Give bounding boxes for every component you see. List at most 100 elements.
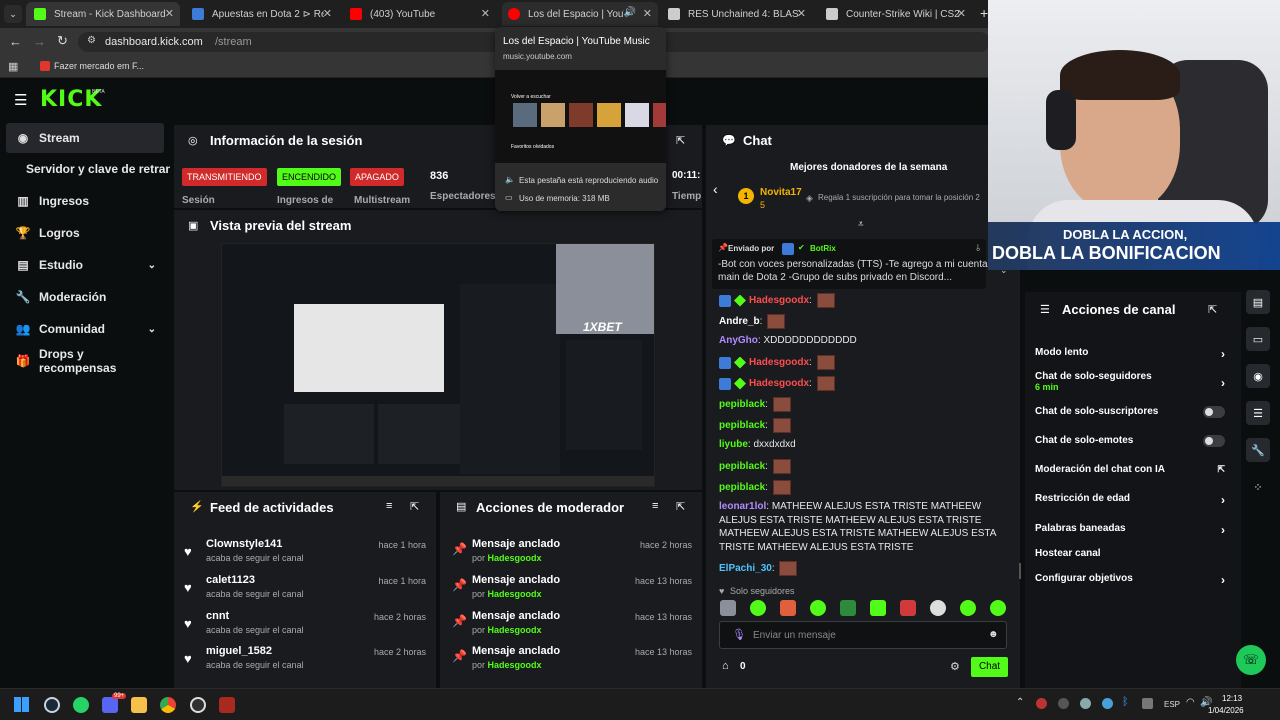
sidebar-item-moderacion[interactable]: 🔧 Moderación [6, 282, 164, 312]
emote-button[interactable] [870, 600, 886, 616]
action-host-channel[interactable]: Hostear canal [1035, 548, 1225, 559]
feed-user[interactable]: Clownstyle141 [206, 538, 282, 550]
audio-playing-icon[interactable]: 🔊 [624, 7, 636, 18]
chrome-icon[interactable] [160, 697, 176, 713]
rail-broadcast-icon[interactable]: ◉ [1246, 364, 1270, 388]
chat-username[interactable]: Hadesgoodx [749, 357, 809, 368]
tray-icon[interactable] [1102, 698, 1113, 709]
tab-youtube-music[interactable]: Los del Espacio | YouTube Mu 🔊 ✕ [502, 2, 658, 26]
rail-dots-icon[interactable]: ⁘ [1246, 475, 1270, 499]
emote-button[interactable] [750, 600, 766, 616]
emote-button[interactable] [900, 600, 916, 616]
steam-icon[interactable] [44, 697, 60, 713]
tab-kick-dashboard[interactable]: Stream - Kick Dashboard ✕ [26, 2, 180, 26]
action-ai-moderation[interactable]: Moderación del chat con IA ⇱ [1035, 464, 1225, 475]
popout-icon[interactable]: ⇱ [410, 500, 419, 513]
sidebar-item-drops[interactable]: 🎁 Drops y recompensas [6, 346, 164, 376]
menu-icon[interactable]: ☰ [14, 91, 27, 109]
tab-res-unchained[interactable]: RES Unchained 4: BLAST Slam ✕ [662, 2, 812, 26]
tab-list-button[interactable]: ⌄ [4, 5, 22, 23]
close-tab-icon[interactable]: ✕ [323, 7, 332, 20]
subscribers-only-toggle[interactable] [1203, 406, 1225, 418]
chevron-up-icon[interactable]: ⌃ [1016, 697, 1024, 708]
chat-username[interactable]: leonar1lol [719, 501, 766, 512]
rail-document-icon[interactable]: ▤ [1246, 290, 1270, 314]
popout-icon[interactable]: ⇱ [1208, 303, 1217, 316]
tab-youtube[interactable]: (403) YouTube ✕ [344, 2, 496, 26]
whatsapp-icon[interactable] [73, 697, 89, 713]
chat-username[interactable]: liyube [719, 439, 748, 450]
unpin-icon[interactable]: ⫰ [976, 243, 980, 254]
donor-name[interactable]: Novita17 [760, 187, 802, 198]
file-explorer-icon[interactable] [131, 697, 147, 713]
emotes-only-toggle[interactable] [1203, 435, 1225, 447]
close-tab-icon[interactable]: ✕ [797, 7, 806, 20]
bluetooth-icon[interactable]: ᛒ [1122, 696, 1129, 708]
collapse-icon[interactable]: ⩡ [858, 219, 864, 230]
filter-icon[interactable]: ≡ [652, 500, 658, 512]
apps-grid-icon[interactable]: ▦ [8, 60, 18, 73]
action-goals[interactable]: Configurar objetivos › [1035, 573, 1225, 587]
chat-username[interactable]: ElPachi_30 [719, 563, 772, 574]
feed-user[interactable]: miguel_1582 [206, 645, 272, 657]
rail-wrench-icon[interactable]: 🔧 [1246, 438, 1270, 462]
rail-chat-icon[interactable]: ▭ [1246, 327, 1270, 351]
action-followers-only[interactable]: Chat de solo-seguidores 6 min › [1035, 371, 1225, 393]
stream-preview-video[interactable]: 1XBET [221, 243, 655, 487]
chat-scrollbar[interactable] [1019, 563, 1021, 579]
windows-start-icon[interactable] [14, 697, 29, 712]
dota-icon[interactable] [219, 697, 235, 713]
discord-icon[interactable] [102, 697, 118, 713]
emote-button[interactable] [780, 600, 796, 616]
clock-date[interactable]: 1/04/2026 [1208, 706, 1244, 715]
emote-button[interactable] [810, 600, 826, 616]
chat-username[interactable]: Hadesgoodx [749, 378, 809, 389]
sidebar-item-ingresos[interactable]: ▥ Ingresos [6, 186, 164, 216]
rail-list-icon[interactable]: ☰ [1246, 401, 1270, 425]
chevron-left-icon[interactable]: ‹ [713, 181, 718, 197]
emote-button[interactable] [720, 600, 736, 616]
language-indicator[interactable]: ESP [1164, 700, 1180, 709]
tray-icon[interactable] [1142, 698, 1153, 709]
sidebar-item-comunidad[interactable]: 👥 Comunidad ⌄ [6, 314, 164, 344]
filter-icon[interactable]: ≡ [386, 500, 392, 512]
close-tab-icon[interactable]: ✕ [165, 7, 174, 20]
feed-user[interactable]: calet1123 [206, 574, 255, 586]
send-chat-button[interactable]: Chat [971, 657, 1008, 677]
obs-icon[interactable] [190, 697, 206, 713]
action-slow-mode[interactable]: Modo lento › [1035, 347, 1225, 361]
chat-username[interactable]: AnyGho [719, 335, 758, 346]
clock-time[interactable]: 12:13 [1222, 694, 1242, 703]
sidebar-item-logros[interactable]: 🏆 Logros [6, 218, 164, 248]
reload-icon[interactable]: ↻ [57, 33, 68, 49]
chat-username[interactable]: pepiblack [719, 482, 765, 493]
back-icon[interactable]: ← [9, 34, 22, 49]
tray-icon[interactable] [1058, 698, 1069, 709]
chat-username[interactable]: pepiblack [719, 420, 765, 431]
sidebar-item-server-key[interactable]: Servidor y clave de retransmisión [6, 154, 170, 184]
action-age-restriction[interactable]: Restricción de edad › [1035, 493, 1225, 507]
forward-icon[interactable]: → [33, 34, 46, 49]
wifi-icon[interactable]: ◠ [1186, 697, 1195, 708]
close-tab-icon[interactable]: ✕ [481, 7, 490, 20]
chat-username[interactable]: pepiblack [719, 399, 765, 410]
close-tab-icon[interactable]: ✕ [957, 7, 966, 20]
emoji-icon[interactable]: ☻ [988, 629, 999, 640]
action-banned-words[interactable]: Palabras baneadas › [1035, 523, 1225, 537]
pinned-user[interactable]: BotRix [810, 244, 836, 253]
site-info-icon[interactable]: ⚙ [87, 35, 96, 46]
emote-button[interactable] [960, 600, 976, 616]
close-tab-icon[interactable]: ✕ [643, 7, 652, 20]
bookmark-item[interactable]: Fazer mercado em F... [54, 61, 144, 71]
emote-button[interactable] [930, 600, 946, 616]
tray-icon[interactable] [1080, 698, 1091, 709]
chat-username[interactable]: Andre_b [719, 316, 760, 327]
chat-settings-icon[interactable]: ⚙ [950, 660, 960, 673]
chat-input[interactable]: 🎙 Enviar un mensaje ☻ [719, 621, 1007, 649]
tab-apuestas[interactable]: Apuestas en Dota 2 ⊳ Real eSp ✕ [186, 2, 338, 26]
tray-icon[interactable] [1036, 698, 1047, 709]
microphone-icon[interactable]: 🎙 [732, 628, 746, 641]
sidebar-item-estudio[interactable]: ▤ Estudio ⌄ [6, 250, 164, 280]
emote-button[interactable] [840, 600, 856, 616]
tab-liquipedia[interactable]: Counter-Strike Wiki | CS2 | Liqu ✕ [820, 2, 972, 26]
